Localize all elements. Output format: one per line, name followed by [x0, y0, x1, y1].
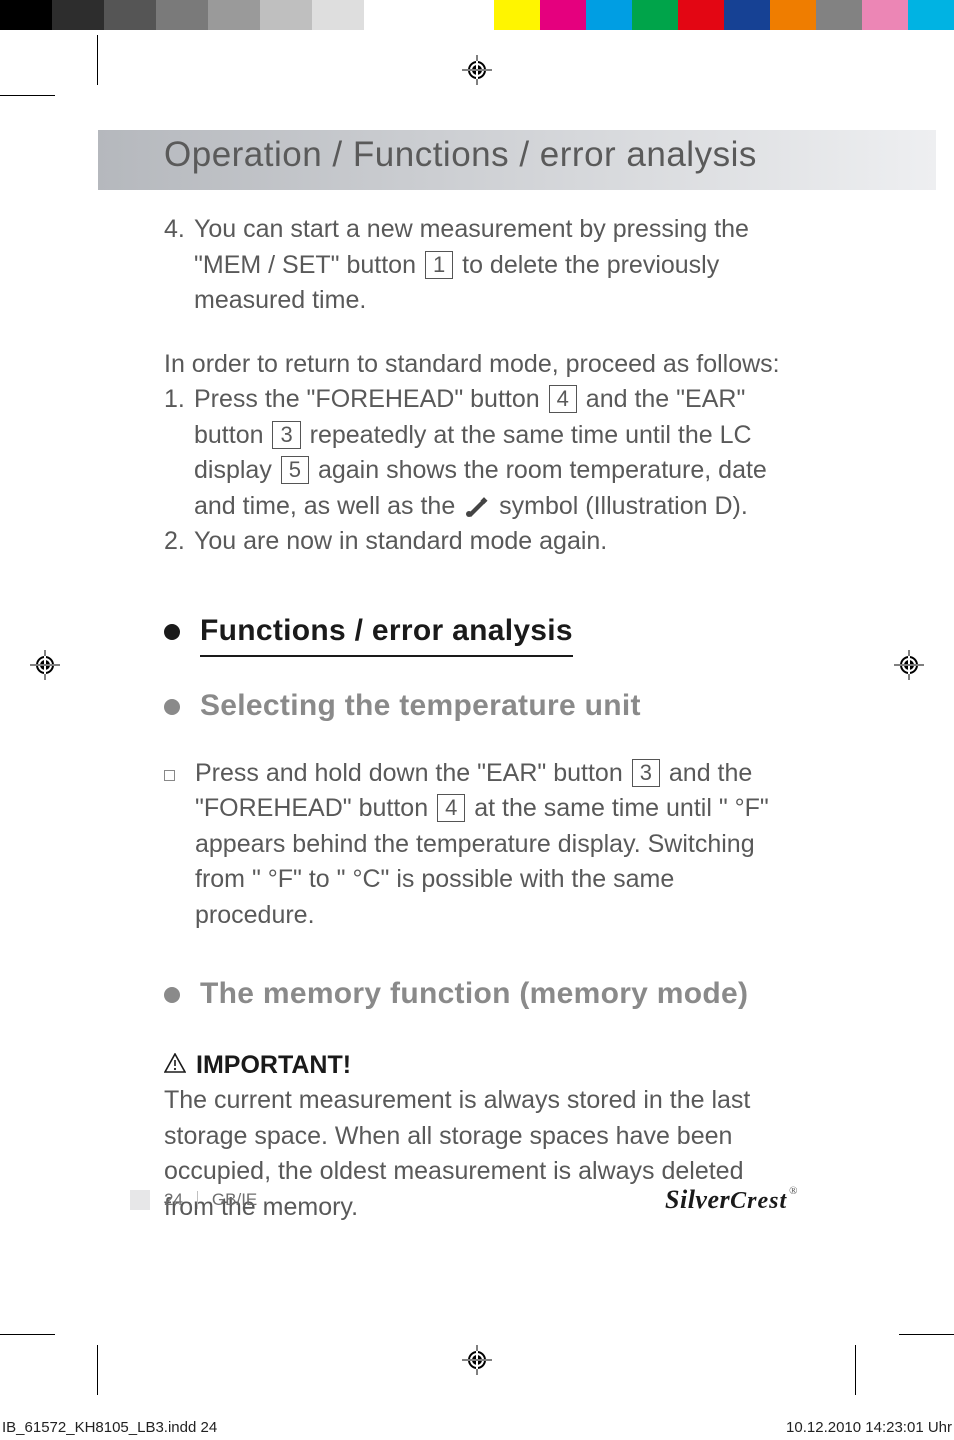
- document-body: 4. You can start a new measurement by pr…: [164, 212, 796, 1253]
- color-calibration-bar-top: [0, 0, 954, 30]
- button-reference: 5: [281, 456, 309, 484]
- body-text: In order to return to standard mode, pro…: [164, 347, 796, 383]
- step-number: 1.: [164, 382, 185, 418]
- color-swatch: [540, 0, 586, 30]
- printed-page: Operation / Functions / error analysis 4…: [0, 0, 954, 1440]
- divider-icon: [197, 1191, 198, 1209]
- color-swatch: [678, 0, 724, 30]
- gray-swatch: [208, 0, 260, 30]
- brand-logo: SilverCrest®: [665, 1185, 798, 1215]
- gray-swatch: [260, 0, 312, 30]
- thermometer-icon: [464, 492, 490, 514]
- page-footer: 24 GB/IE SilverCrest®: [130, 1185, 798, 1215]
- registration-mark-right: [894, 650, 924, 680]
- footer-left: 24 GB/IE: [130, 1190, 257, 1210]
- bullet-icon: [164, 699, 180, 715]
- button-reference: 3: [632, 759, 660, 787]
- important-heading: IMPORTANT!: [164, 1044, 796, 1084]
- bullet-icon: [164, 987, 180, 1003]
- color-swatch: [632, 0, 678, 30]
- locale-label: GB/IE: [212, 1190, 257, 1210]
- print-slug-line: IB_61572_KH8105_LB3.indd 24 10.12.2010 1…: [2, 1419, 952, 1436]
- step-number: 2.: [164, 524, 185, 560]
- brand-word-b: Crest: [730, 1188, 787, 1214]
- gray-swatch: [156, 0, 208, 30]
- color-swatch: [908, 0, 954, 30]
- crop-mark: [97, 1345, 98, 1395]
- color-swatch: [448, 0, 494, 30]
- body-text: Press and hold down the "EAR" button: [195, 759, 630, 787]
- button-reference: 1: [425, 251, 453, 279]
- body-text: You are now in standard mode again.: [194, 527, 607, 555]
- gray-swatch: [52, 0, 104, 30]
- crop-mark: [0, 1334, 55, 1335]
- step-item: 4. You can start a new measurement by pr…: [194, 212, 796, 319]
- subsection-heading: The memory function (memory mode): [200, 973, 748, 1016]
- color-swatch: [816, 0, 862, 30]
- gray-swatch: [0, 0, 52, 30]
- warning-triangle-icon: [164, 1048, 186, 1068]
- subsection-heading: Selecting the temperature unit: [200, 685, 641, 728]
- button-reference: 3: [272, 421, 300, 449]
- button-reference: 4: [437, 794, 465, 822]
- heading-row: Selecting the temperature unit: [164, 685, 796, 728]
- body-text: Press the "FOREHEAD" button: [194, 385, 547, 413]
- step-item: 1. Press the "FOREHEAD" button 4 and the…: [194, 382, 796, 524]
- page-number: 24: [164, 1190, 183, 1210]
- registration-mark-left: [30, 650, 60, 680]
- step-number: 4.: [164, 212, 185, 248]
- color-swatch: [724, 0, 770, 30]
- body-text: symbol (Illustration D).: [492, 492, 748, 520]
- page-title: Operation / Functions / error analysis: [164, 135, 757, 175]
- slug-datetime: 10.12.2010 14:23:01 Uhr: [786, 1419, 952, 1436]
- gray-swatch: [364, 0, 416, 30]
- slug-filename: IB_61572_KH8105_LB3.indd 24: [2, 1419, 217, 1436]
- footer-square-icon: [130, 1190, 150, 1210]
- crop-mark: [855, 1345, 856, 1395]
- color-swatch: [770, 0, 816, 30]
- heading-row: Functions / error analysis: [164, 610, 796, 658]
- gray-swatch: [312, 0, 364, 30]
- color-swatch: [862, 0, 908, 30]
- list-item: Press and hold down the "EAR" button 3 a…: [164, 756, 796, 934]
- registration-mark-bottom: [462, 1345, 492, 1375]
- registration-mark-top: [462, 55, 492, 85]
- section-heading: Functions / error analysis: [200, 610, 573, 658]
- crop-mark: [0, 95, 55, 96]
- step-item: 2. You are now in standard mode again.: [194, 524, 796, 560]
- important-label: IMPORTANT!: [196, 1048, 351, 1084]
- crop-mark: [899, 1334, 954, 1335]
- crop-mark: [97, 35, 98, 85]
- color-swatch: [586, 0, 632, 30]
- registered-icon: ®: [789, 1185, 798, 1197]
- bullet-icon: [164, 624, 180, 640]
- color-swatch: [494, 0, 540, 30]
- gray-swatch: [104, 0, 156, 30]
- brand-word-a: Silver: [665, 1185, 730, 1214]
- button-reference: 4: [549, 385, 577, 413]
- spacer: [416, 0, 448, 30]
- heading-row: The memory function (memory mode): [164, 973, 796, 1016]
- checkbox-bullet-icon: [164, 770, 175, 781]
